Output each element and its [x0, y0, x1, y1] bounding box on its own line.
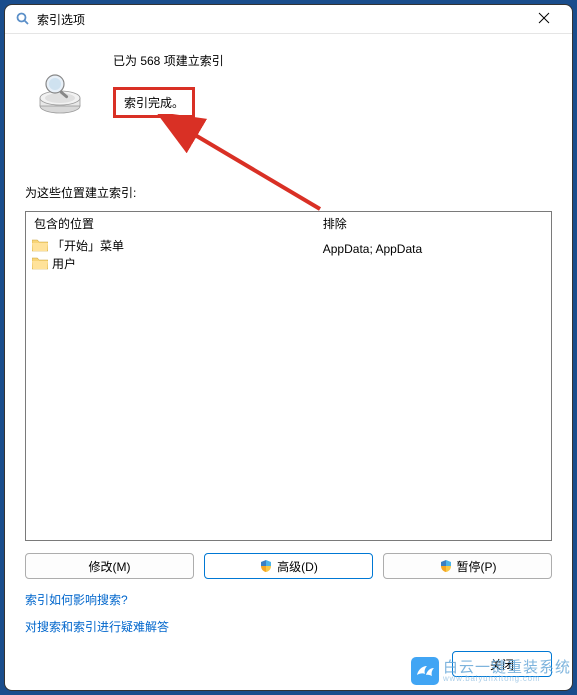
pause-button[interactable]: 暂停(P) — [383, 553, 552, 579]
dialog-title: 索引选项 — [37, 11, 524, 28]
status-text: 已为 568 项建立索引 索引完成。 — [113, 48, 224, 118]
indexing-options-dialog: 索引选项 — [4, 4, 573, 691]
location-name: 「开始」菜单 — [52, 237, 124, 254]
close-icon — [538, 11, 550, 27]
locations-list: 包含的位置 排除 「开始」菜单 — [25, 211, 552, 541]
list-item[interactable]: 用户 — [30, 254, 311, 272]
advanced-button[interactable]: 高级(D) — [204, 553, 373, 579]
link-how-affects-search[interactable]: 索引如何影响搜索? — [25, 591, 552, 608]
drive-search-icon — [37, 70, 83, 116]
locations-body: 「开始」菜单 用户 AppData; AppData — [26, 234, 551, 540]
folder-icon — [32, 256, 48, 270]
link-troubleshoot[interactable]: 对搜索和索引进行疑难解答 — [25, 618, 552, 635]
folder-icon — [32, 238, 48, 252]
footer-row: 关闭 — [25, 645, 552, 677]
modify-button[interactable]: 修改(M) — [25, 553, 194, 579]
close-dialog-button[interactable]: 关闭 — [452, 651, 552, 677]
dialog-content: 已为 568 项建立索引 索引完成。 为这些位置建立索引: 包含的位置 排除 — [5, 34, 572, 693]
locations-label: 为这些位置建立索引: — [25, 184, 552, 201]
exclude-value: AppData; AppData — [319, 240, 547, 258]
search-icon — [15, 11, 31, 27]
list-item[interactable]: 「开始」菜单 — [30, 236, 311, 254]
close-button[interactable] — [524, 5, 564, 33]
titlebar: 索引选项 — [5, 5, 572, 34]
shield-icon — [439, 559, 453, 573]
column-header-include[interactable]: 包含的位置 — [26, 212, 315, 234]
column-header-exclude[interactable]: 排除 — [315, 212, 551, 234]
buttons-row: 修改(M) 高级(D) — [25, 553, 552, 579]
locations-header: 包含的位置 排除 — [26, 212, 551, 234]
annotation-arrow — [155, 114, 335, 224]
status-row: 已为 568 项建立索引 索引完成。 — [25, 48, 552, 118]
indexing-complete: 索引完成。 — [113, 87, 195, 118]
indexed-count: 已为 568 项建立索引 — [113, 52, 224, 69]
location-name: 用户 — [52, 255, 76, 272]
shield-icon — [259, 559, 273, 573]
